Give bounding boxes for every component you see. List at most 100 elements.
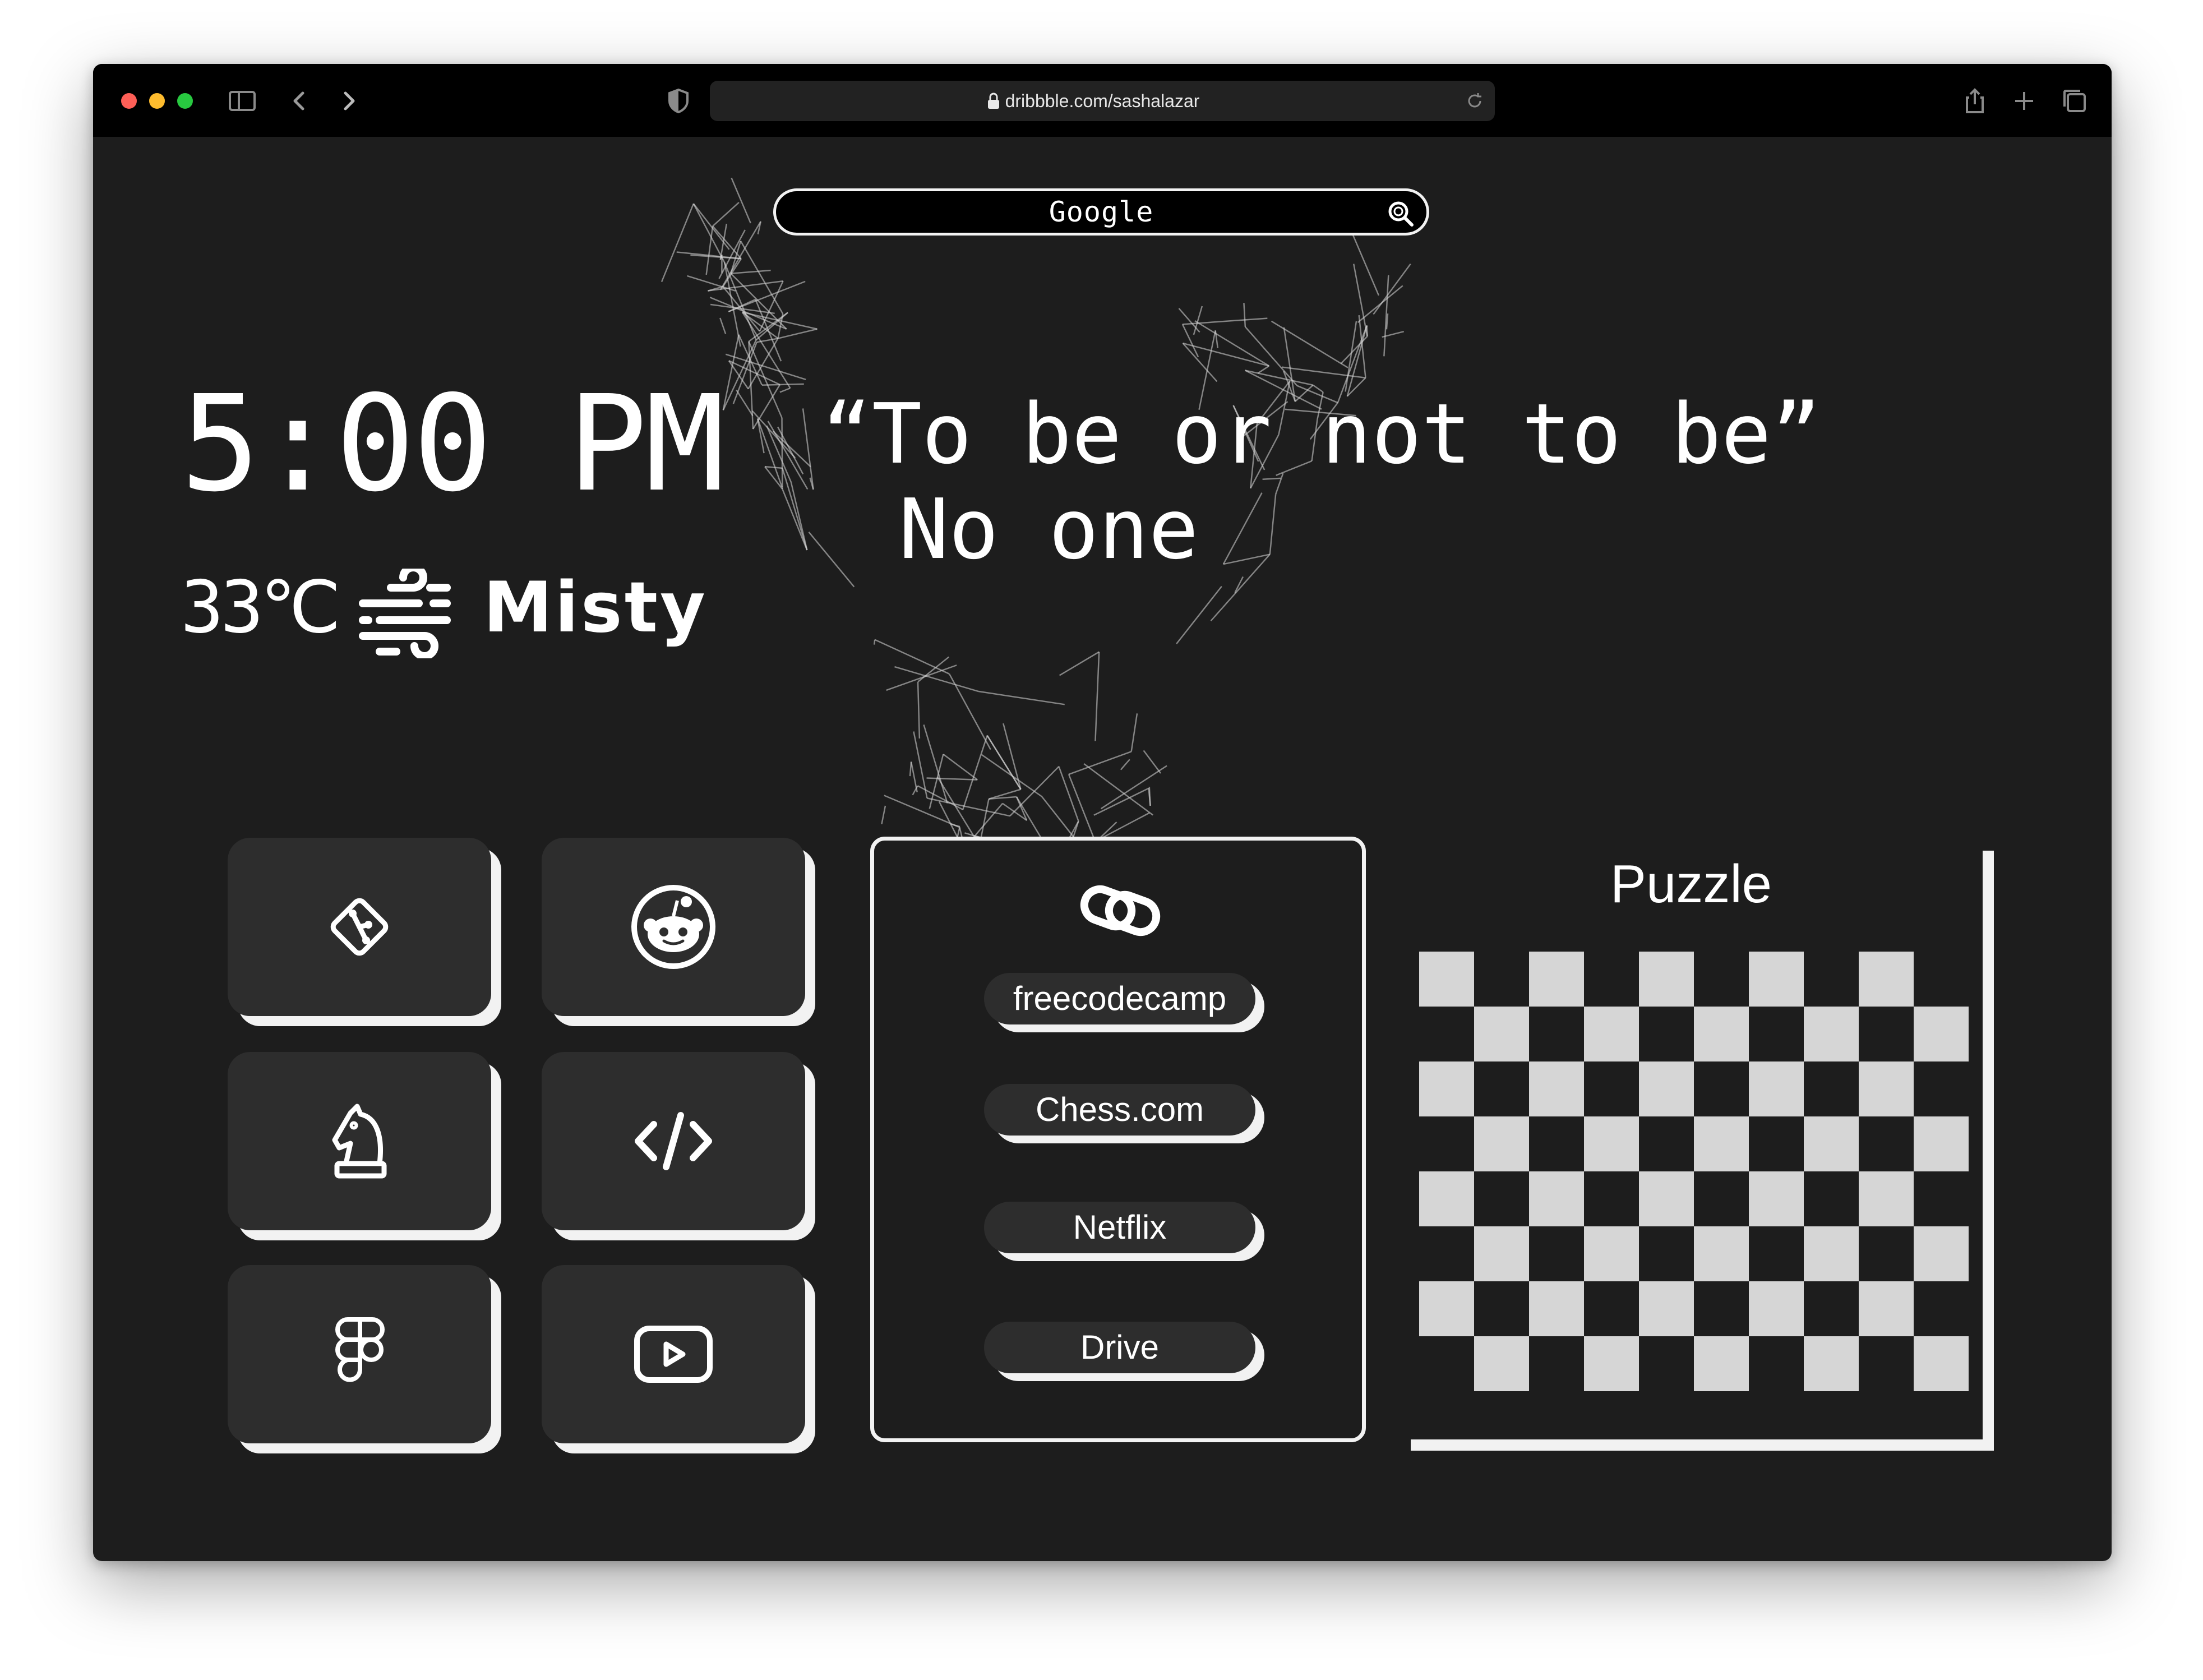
search-icon[interactable] [1386, 199, 1415, 228]
link-chess-com[interactable]: Chess.com [984, 1084, 1255, 1136]
puzzle-tile[interactable] [1749, 952, 1804, 1007]
shortcut-chess[interactable] [228, 1052, 491, 1230]
forward-icon[interactable] [333, 85, 364, 117]
puzzle-tile[interactable] [1749, 1061, 1804, 1116]
deer-wire-line [731, 177, 751, 224]
deer-wire-line [1178, 308, 1200, 333]
deer-wire-line [1003, 723, 1022, 790]
puzzle-tile[interactable] [1474, 1116, 1529, 1171]
deer-wire-line [731, 269, 771, 274]
share-icon[interactable] [1959, 85, 1990, 117]
back-icon[interactable] [284, 85, 315, 117]
deer-wire-line [1120, 759, 1130, 770]
puzzle-tile[interactable] [1694, 1336, 1749, 1391]
deer-wire-line [1243, 303, 1246, 327]
puzzle-tile[interactable] [1474, 1336, 1529, 1391]
puzzle-tile[interactable] [1584, 1226, 1639, 1281]
puzzle-tile[interactable] [1914, 1116, 1969, 1171]
puzzle-tile[interactable] [1419, 1171, 1474, 1226]
zoom-window-button[interactable] [177, 93, 193, 109]
sidebar-icon[interactable] [227, 85, 258, 117]
weather-condition: Misty [483, 567, 708, 648]
url-text: dribbble.com/sashalazar [1005, 91, 1200, 111]
deer-wire-line [752, 384, 780, 430]
puzzle-tile[interactable] [1584, 1007, 1639, 1061]
puzzle-tile[interactable] [1914, 1226, 1969, 1281]
shortcut-git[interactable] [228, 838, 491, 1016]
minimize-window-button[interactable] [149, 93, 165, 109]
deer-wire-line [751, 410, 796, 459]
deer-wire-line [802, 408, 814, 490]
git-icon [330, 898, 389, 956]
shortcut-youtube[interactable] [542, 1265, 805, 1443]
puzzle-tile[interactable] [1749, 1281, 1804, 1336]
link-drive[interactable]: Drive [984, 1322, 1255, 1373]
deer-wire-line [1094, 652, 1100, 741]
puzzle-tile[interactable] [1419, 952, 1474, 1007]
links-panel: freecodecamp Chess.com Netflix Drive [870, 837, 1366, 1442]
figma-icon [335, 1317, 385, 1382]
puzzle-tile[interactable] [1419, 1061, 1474, 1116]
puzzle-tile[interactable] [1639, 1281, 1694, 1336]
tabs-overview-icon[interactable] [2059, 85, 2090, 117]
puzzle-tile[interactable] [1749, 1171, 1804, 1226]
puzzle-tile[interactable] [1804, 1226, 1859, 1281]
chess-knight-icon [332, 1104, 387, 1179]
code-icon [635, 1112, 712, 1170]
puzzle-tile[interactable] [1859, 1171, 1914, 1226]
checkerboard[interactable] [1419, 952, 1969, 1391]
puzzle-tile[interactable] [1529, 1281, 1584, 1336]
puzzle-tile[interactable] [1859, 1281, 1914, 1336]
deer-wire-line [1143, 750, 1162, 774]
search-bar[interactable]: Google [773, 188, 1429, 236]
reload-icon[interactable] [1465, 91, 1485, 111]
link-freecodecamp[interactable]: freecodecamp [984, 973, 1255, 1024]
deer-wire-line [894, 666, 979, 693]
deer-wire-line [917, 681, 921, 739]
puzzle-tile[interactable] [1529, 1171, 1584, 1226]
puzzle-tile[interactable] [1804, 1007, 1859, 1061]
puzzle-tile[interactable] [1694, 1007, 1749, 1061]
puzzle-tile[interactable] [1694, 1226, 1749, 1281]
shortcut-figma[interactable] [228, 1265, 491, 1443]
deer-wire-line [779, 387, 791, 393]
puzzle-tile[interactable] [1804, 1336, 1859, 1391]
shortcut-reddit[interactable] [542, 838, 805, 1016]
deer-wire-line [736, 389, 754, 417]
puzzle-tile[interactable] [1584, 1116, 1639, 1171]
puzzle-widget[interactable]: Puzzle [1400, 839, 1983, 1439]
puzzle-tile[interactable] [1639, 1061, 1694, 1116]
puzzle-tile[interactable] [1914, 1336, 1969, 1391]
deer-wire-line [1194, 320, 1269, 367]
address-bar[interactable]: dribbble.com/sashalazar [710, 81, 1495, 121]
deer-wire-line [661, 203, 695, 283]
deer-wire-line [1269, 494, 1277, 555]
puzzle-tile[interactable] [1419, 1281, 1474, 1336]
puzzle-tile[interactable] [1859, 952, 1914, 1007]
puzzle-tile[interactable] [1804, 1116, 1859, 1171]
new-tab-icon[interactable] [2008, 85, 2040, 117]
deer-wire-line [1222, 492, 1263, 565]
puzzle-tile[interactable] [1529, 952, 1584, 1007]
puzzle-tile[interactable] [1639, 952, 1694, 1007]
puzzle-tile[interactable] [1474, 1226, 1529, 1281]
puzzle-tile[interactable] [1474, 1007, 1529, 1061]
deer-wire-line [764, 466, 783, 490]
deer-wire-line [764, 465, 783, 469]
link-netflix[interactable]: Netflix [984, 1202, 1255, 1253]
puzzle-tile[interactable] [1529, 1061, 1584, 1116]
deer-wire-line [761, 383, 804, 386]
puzzle-tile[interactable] [1639, 1171, 1694, 1226]
shortcut-code[interactable] [542, 1052, 805, 1230]
deer-wire-line [1257, 365, 1269, 374]
puzzle-tile[interactable] [1584, 1336, 1639, 1391]
close-window-button[interactable] [121, 93, 137, 109]
deer-wire-line [1068, 751, 1132, 776]
deer-wire-line [712, 202, 740, 227]
shield-icon[interactable] [663, 85, 694, 117]
deer-wire-line [962, 735, 988, 810]
puzzle-tile[interactable] [1859, 1061, 1914, 1116]
puzzle-tile[interactable] [1694, 1116, 1749, 1171]
puzzle-tile[interactable] [1914, 1007, 1969, 1061]
deer-wire-line [1366, 325, 1368, 336]
